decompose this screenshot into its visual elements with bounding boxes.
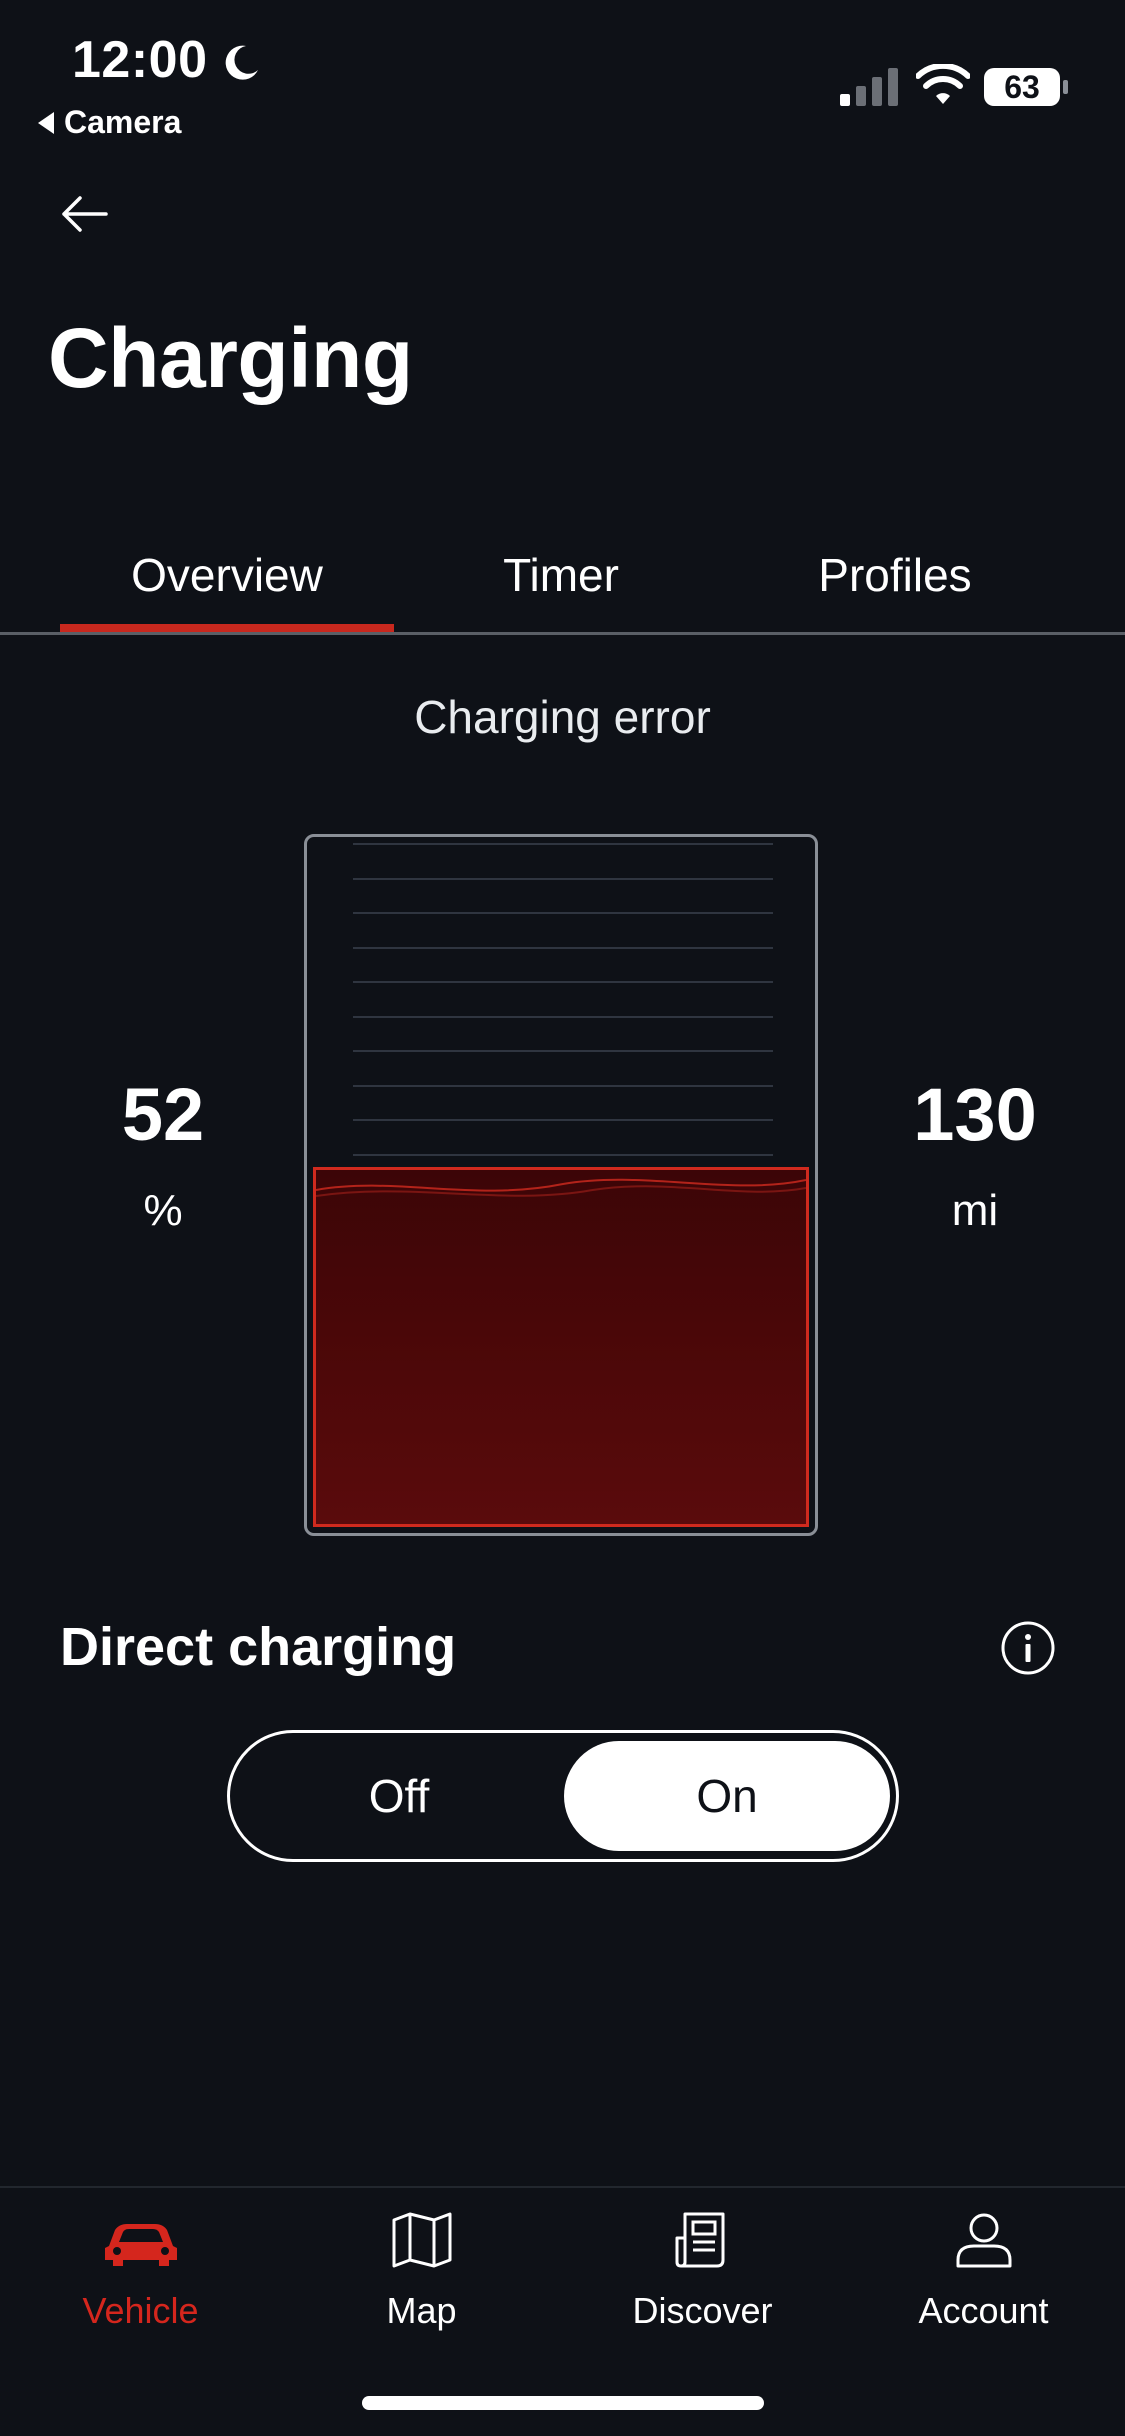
- direct-charging-title: Direct charging: [60, 1617, 457, 1677]
- battery-fill: [313, 1167, 809, 1527]
- tab-timer[interactable]: Timer: [394, 520, 728, 630]
- toggle-off-option[interactable]: Off: [236, 1741, 562, 1851]
- tabs-divider: [0, 632, 1125, 635]
- charging-status: Charging error: [414, 691, 711, 743]
- info-icon[interactable]: [1000, 1620, 1056, 1676]
- gauge-grid-line: [353, 946, 773, 949]
- back-to-app-link[interactable]: Camera: [38, 104, 181, 141]
- home-indicator[interactable]: [362, 2396, 764, 2410]
- nav-vehicle[interactable]: Vehicle: [0, 2200, 281, 2340]
- signal-icon: [840, 68, 898, 106]
- news-icon: [675, 2212, 724, 2268]
- user-icon: [956, 2213, 1011, 2268]
- battery-gauge: [304, 834, 818, 1536]
- tab-profiles[interactable]: Profiles: [728, 520, 1062, 630]
- nav-map-label: Map: [386, 2290, 457, 2331]
- active-tab-indicator: [60, 624, 394, 632]
- gauge-grid-line: [353, 1119, 773, 1121]
- direct-charging-toggle: Off On: [227, 1730, 899, 1862]
- back-triangle-icon: [38, 111, 54, 134]
- nav-account-label: Account: [918, 2290, 1049, 2331]
- gauge-grid-line: [353, 1084, 773, 1087]
- back-app-label: Camera: [64, 104, 182, 140]
- gauge-grid-line: [353, 1015, 773, 1018]
- nav-map[interactable]: Map: [281, 2200, 562, 2340]
- state-of-charge-value: 52: [121, 1073, 205, 1156]
- range-value: 130: [913, 1073, 1037, 1156]
- car-icon: [104, 2224, 177, 2266]
- nav-vehicle-label: Vehicle: [82, 2290, 199, 2331]
- nav-account[interactable]: Account: [843, 2200, 1124, 2340]
- gauge-grid-line: [353, 912, 773, 914]
- wifi-icon: [916, 64, 970, 104]
- tab-bar: Overview Timer Profiles: [0, 520, 1125, 634]
- state-of-charge-unit: %: [143, 1186, 183, 1235]
- map-icon: [392, 2212, 451, 2268]
- wave-decoration: [316, 1178, 806, 1197]
- moon-icon: [225, 45, 258, 80]
- gauge-grid-line: [353, 1153, 773, 1156]
- gauge-grid-line: [353, 877, 773, 880]
- nav-discover[interactable]: Discover: [562, 2200, 843, 2340]
- battery-icon: 63: [984, 66, 1070, 108]
- tab-overview[interactable]: Overview: [60, 520, 394, 630]
- range-unit: mi: [951, 1186, 999, 1235]
- bottom-nav-divider: [0, 2186, 1125, 2188]
- nav-discover-label: Discover: [632, 2290, 773, 2331]
- gauge-grid-line: [353, 981, 773, 983]
- gauge-grid-line: [353, 843, 773, 845]
- gauge-grid-line: [353, 1050, 773, 1052]
- toggle-on-option[interactable]: On: [564, 1741, 890, 1851]
- arrow-left-icon[interactable]: [56, 186, 112, 242]
- status-time: 12:00: [72, 31, 208, 89]
- battery-level: 63: [1004, 69, 1040, 105]
- page-title: Charging: [48, 311, 413, 405]
